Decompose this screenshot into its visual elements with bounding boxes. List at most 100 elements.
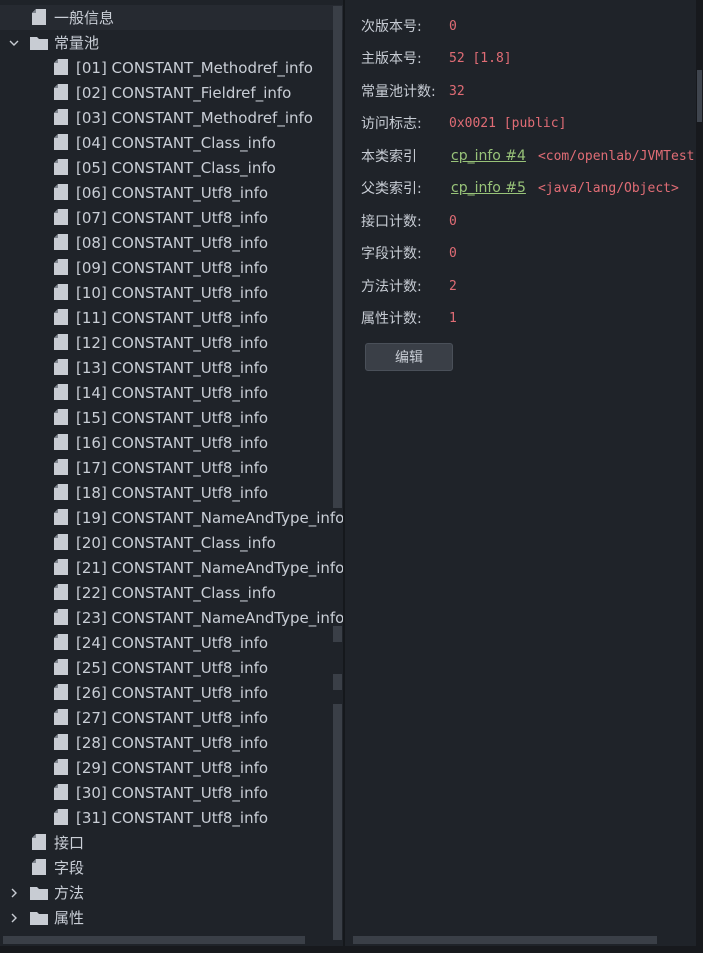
tree-item[interactable]: 接口 [0, 830, 343, 855]
tree-item-label: [10] CONSTANT_Utf8_info [76, 283, 269, 302]
tree-item[interactable]: [24] CONSTANT_Utf8_info [0, 630, 343, 655]
tree-item[interactable]: 字段 [0, 855, 343, 880]
this-class-link[interactable]: cp_info #4 [451, 148, 526, 164]
right-tool-tab[interactable] [697, 70, 702, 122]
tree-item[interactable]: [22] CONSTANT_Class_info [0, 580, 343, 605]
details-horizontal-scrollbar[interactable] [353, 936, 657, 944]
tree-item-label: [18] CONSTANT_Utf8_info [76, 483, 269, 502]
constant-pool-count-label: 常量池计数: [361, 84, 436, 100]
tree-item-label: [09] CONSTANT_Utf8_info [76, 258, 269, 277]
folder-icon [30, 886, 48, 902]
methods-count-row: 方法计数: 2 [361, 274, 457, 298]
tree-item[interactable]: [02] CONSTANT_Fieldref_info [0, 80, 343, 105]
file-icon [54, 784, 68, 800]
tree-item[interactable]: [17] CONSTANT_Utf8_info [0, 455, 343, 480]
tree-item[interactable]: [12] CONSTANT_Utf8_info [0, 330, 343, 355]
tree-item[interactable]: [13] CONSTANT_Utf8_info [0, 355, 343, 380]
access-flags-value: 0x0021 [public] [449, 115, 567, 131]
tree-item-label: [15] CONSTANT_Utf8_info [76, 408, 269, 427]
tree-horizontal-scrollbar[interactable] [3, 936, 305, 944]
interfaces-count-value: 0 [449, 213, 457, 229]
tree-item[interactable]: [29] CONSTANT_Utf8_info [0, 755, 343, 780]
file-icon [54, 684, 68, 700]
file-icon [54, 759, 68, 775]
tree-item[interactable]: [14] CONSTANT_Utf8_info [0, 380, 343, 405]
chevron-right-icon[interactable] [6, 905, 22, 930]
attributes-count-label: 属性计数: [361, 311, 422, 327]
tree-item[interactable]: [26] CONSTANT_Utf8_info [0, 680, 343, 705]
file-icon [54, 659, 68, 675]
fields-count-label: 字段计数: [361, 246, 422, 262]
constant-pool-count-row: 常量池计数: 32 [361, 79, 465, 103]
tree-item[interactable]: [07] CONSTANT_Utf8_info [0, 205, 343, 230]
tree-item[interactable]: [05] CONSTANT_Class_info [0, 155, 343, 180]
tree-item-label: 方法 [54, 884, 85, 902]
this-class-label: 本类索引 [361, 149, 417, 165]
edit-button[interactable]: 编辑 [365, 343, 453, 371]
tree-item-label: [14] CONSTANT_Utf8_info [76, 383, 269, 402]
tree-item-label: 一般信息 [54, 9, 115, 27]
tree-item[interactable]: 常量池 [0, 30, 343, 55]
tree-scroll-segment[interactable] [333, 626, 342, 642]
file-icon [54, 259, 68, 275]
tree-item-label: [21] CONSTANT_NameAndType_info [76, 558, 343, 577]
fields-count-row: 字段计数: 0 [361, 241, 457, 265]
tree-vertical-scrollbar[interactable] [333, 6, 342, 508]
tree-item[interactable]: [08] CONSTANT_Utf8_info [0, 230, 343, 255]
tree-item[interactable]: [23] CONSTANT_NameAndType_info [0, 605, 343, 630]
tree-item[interactable]: [18] CONSTANT_Utf8_info [0, 480, 343, 505]
tree-item[interactable]: [04] CONSTANT_Class_info [0, 130, 343, 155]
tree-item-label: 接口 [54, 834, 85, 852]
minor-version-value: 0 [449, 18, 457, 34]
tree-item-label: [29] CONSTANT_Utf8_info [76, 758, 269, 777]
tree-item-label: [20] CONSTANT_Class_info [76, 533, 276, 552]
tree-item[interactable]: [16] CONSTANT_Utf8_info [0, 430, 343, 455]
attributes-count-row: 属性计数: 1 [361, 306, 457, 330]
file-icon [54, 709, 68, 725]
file-icon [54, 584, 68, 600]
folder-icon [30, 36, 48, 52]
tree-item-label: [05] CONSTANT_Class_info [76, 158, 276, 177]
tree-item[interactable]: [06] CONSTANT_Utf8_info [0, 180, 343, 205]
file-icon [54, 359, 68, 375]
tree-item[interactable]: [31] CONSTANT_Utf8_info [0, 805, 343, 830]
file-icon [54, 559, 68, 575]
chevron-right-icon[interactable] [6, 880, 22, 905]
tree-item[interactable]: [19] CONSTANT_NameAndType_info [0, 505, 343, 530]
major-version-label: 主版本号: [361, 51, 422, 67]
tree-scroll-segment[interactable] [333, 704, 342, 940]
tree-item[interactable]: [10] CONSTANT_Utf8_info [0, 280, 343, 305]
tree-item[interactable]: [20] CONSTANT_Class_info [0, 530, 343, 555]
tree-item[interactable]: 方法 [0, 880, 343, 905]
class-tree-panel[interactable]: 一般信息常量池 [01] CONSTANT_Methodref_info [02] … [0, 0, 343, 953]
tree-item-label: [24] CONSTANT_Utf8_info [76, 633, 269, 652]
interfaces-count-row: 接口计数: 0 [361, 209, 457, 233]
file-icon [54, 384, 68, 400]
file-icon [54, 84, 68, 100]
file-icon [54, 409, 68, 425]
tree-item-label: [11] CONSTANT_Utf8_info [76, 308, 269, 327]
tree-item-label: [30] CONSTANT_Utf8_info [76, 783, 269, 802]
tree-item-label: [22] CONSTANT_Class_info [76, 583, 276, 602]
tree-item[interactable]: [30] CONSTANT_Utf8_info [0, 780, 343, 805]
super-class-link[interactable]: cp_info #5 [451, 180, 526, 196]
tree-item[interactable]: [11] CONSTANT_Utf8_info [0, 305, 343, 330]
tree-item-label: [07] CONSTANT_Utf8_info [76, 208, 269, 227]
tree-item[interactable]: [03] CONSTANT_Methodref_info [0, 105, 343, 130]
access-flags-label: 访问标志: [361, 116, 422, 132]
tree-item[interactable]: 一般信息 [0, 5, 343, 30]
tree-item[interactable]: 属性 [0, 905, 343, 930]
major-version-value: 52 [1.8] [449, 50, 512, 66]
methods-count-value: 2 [449, 278, 457, 294]
tree-item[interactable]: [27] CONSTANT_Utf8_info [0, 705, 343, 730]
tree-scroll-segment[interactable] [333, 674, 342, 690]
bottom-status-strip [0, 946, 703, 953]
tree-item[interactable]: [28] CONSTANT_Utf8_info [0, 730, 343, 755]
tree-item-label: [31] CONSTANT_Utf8_info [76, 808, 269, 827]
tree-item[interactable]: [25] CONSTANT_Utf8_info [0, 655, 343, 680]
tree-item[interactable]: [01] CONSTANT_Methodref_info [0, 55, 343, 80]
tree-item[interactable]: [21] CONSTANT_NameAndType_info [0, 555, 343, 580]
tree-item[interactable]: [09] CONSTANT_Utf8_info [0, 255, 343, 280]
chevron-down-icon[interactable] [6, 30, 22, 55]
tree-item[interactable]: [15] CONSTANT_Utf8_info [0, 405, 343, 430]
